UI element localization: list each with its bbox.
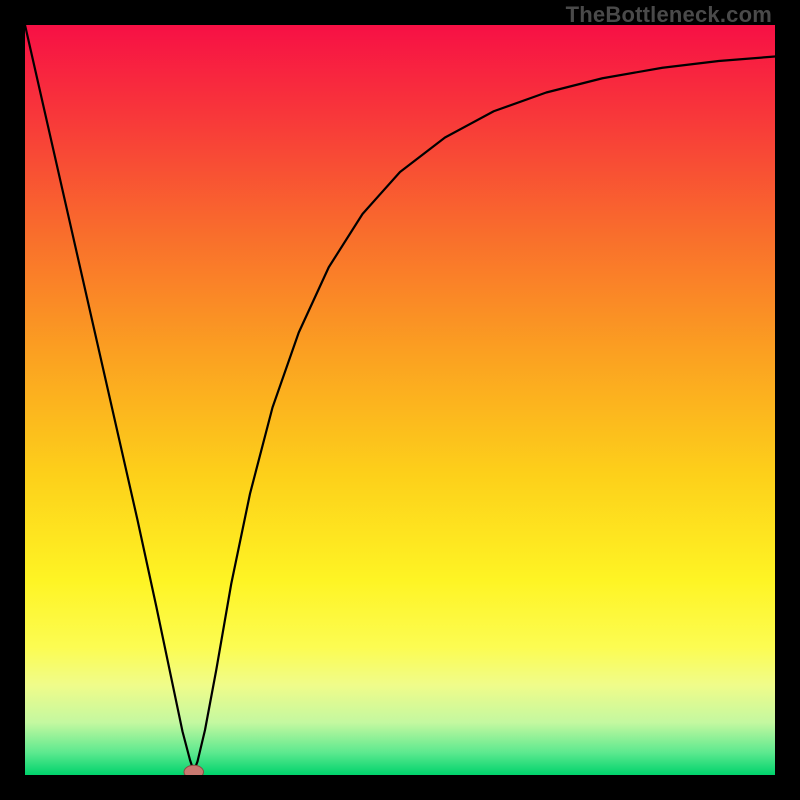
chart-svg: [25, 25, 775, 775]
chart-plot-area: [25, 25, 775, 775]
chart-background: [25, 25, 775, 775]
chart-frame: TheBottleneck.com: [0, 0, 800, 800]
reference-marker: [184, 765, 204, 775]
